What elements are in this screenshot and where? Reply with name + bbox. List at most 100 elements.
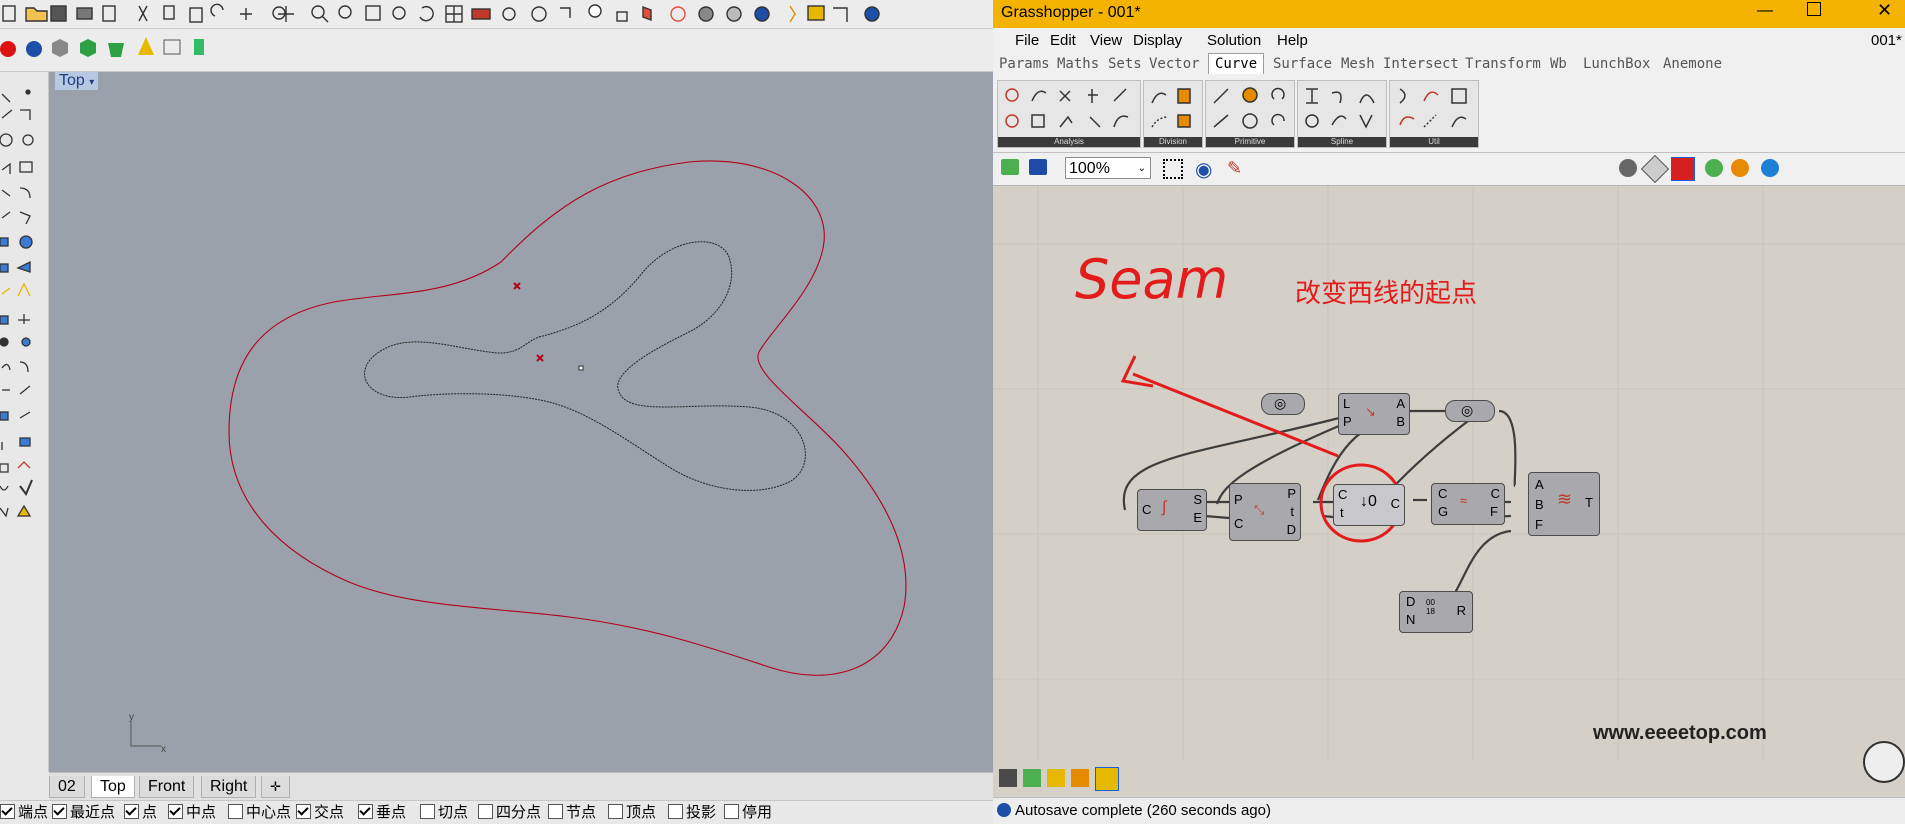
- material-orange-icon[interactable]: [1731, 159, 1749, 177]
- component-node-5[interactable]: C G C F ≈: [1431, 483, 1505, 525]
- osnap-item[interactable]: 切点: [420, 804, 468, 821]
- osnap-checkbox[interactable]: [724, 804, 739, 819]
- tab-curve[interactable]: Curve: [1208, 53, 1265, 74]
- tab-lunchbox[interactable]: LunchBox: [1583, 56, 1650, 72]
- gh-canvas-toolbar: 100% ⌄ ◉ ✎: [993, 153, 1905, 186]
- cube-icon[interactable]: [1071, 769, 1089, 787]
- minimize-icon[interactable]: —: [1757, 2, 1773, 20]
- node-input-L: L: [1343, 396, 1351, 411]
- menu-display[interactable]: Display: [1133, 32, 1182, 49]
- osnap-checkbox[interactable]: [228, 804, 243, 819]
- shade-preview-icon[interactable]: [1619, 159, 1637, 177]
- osnap-label: 中点: [186, 804, 217, 821]
- tab-maths[interactable]: Maths: [1057, 56, 1099, 72]
- osnap-item[interactable]: 点: [124, 804, 157, 821]
- save-file-icon[interactable]: [1029, 159, 1047, 175]
- group-primitive: Primitive: [1205, 80, 1295, 148]
- node-output-t: t: [1290, 504, 1294, 519]
- menu-file[interactable]: File: [1015, 32, 1039, 49]
- plugin-icon[interactable]: [1095, 767, 1119, 791]
- chart-icon[interactable]: [1023, 769, 1041, 787]
- tab-wb[interactable]: Wb: [1550, 56, 1567, 72]
- osnap-checkbox[interactable]: [420, 804, 435, 819]
- node-output-S: S: [1193, 492, 1202, 507]
- axis-x-label: x: [161, 744, 166, 755]
- left-tool-icons: [0, 89, 34, 518]
- osnap-checkbox[interactable]: [52, 804, 67, 819]
- zoom-extents-icon: [365, 5, 381, 21]
- rhino-viewport-top[interactable]: Top ▾ y x: [49, 72, 993, 772]
- osnap-item[interactable]: 停用: [724, 804, 772, 821]
- component-node-6[interactable]: A B F T ≋: [1528, 472, 1600, 536]
- osnap-checkbox[interactable]: [608, 804, 623, 819]
- divide-icon: ↘: [1365, 404, 1376, 419]
- tab-mesh[interactable]: Mesh: [1341, 56, 1375, 72]
- view-tab-front[interactable]: Front: [139, 776, 195, 798]
- maximize-icon[interactable]: [1807, 2, 1821, 16]
- osnap-item[interactable]: 中点: [168, 804, 216, 821]
- osnap-checkbox[interactable]: [296, 804, 311, 819]
- osnap-item[interactable]: 投影: [668, 804, 716, 821]
- gh-canvas[interactable]: Seam 改变西线的起点 ◎ L P A B ↘ ◎ C S E ∫ P C P…: [993, 186, 1905, 761]
- tab-transform[interactable]: Transform: [1465, 56, 1541, 72]
- tab-vector[interactable]: Vector: [1149, 56, 1200, 72]
- osnap-checkbox[interactable]: [478, 804, 493, 819]
- osnap-item[interactable]: 顶点: [608, 804, 656, 821]
- osnap-checkbox[interactable]: [168, 804, 183, 819]
- osnap-checkbox[interactable]: [124, 804, 139, 819]
- tab-surface[interactable]: Surface: [1273, 56, 1332, 72]
- sketch-pen-icon[interactable]: ✎: [1227, 158, 1242, 179]
- close-icon[interactable]: ✕: [1877, 0, 1892, 21]
- osnap-item[interactable]: 端点: [0, 804, 48, 821]
- zoom-select[interactable]: 100% ⌄: [1065, 157, 1151, 179]
- node-input-F: F: [1535, 517, 1543, 532]
- add-view-tab-icon[interactable]: ✛: [261, 776, 290, 798]
- osnap-checkbox[interactable]: [548, 804, 563, 819]
- curve-param-node[interactable]: ◎: [1261, 393, 1305, 415]
- wire-preview-icon[interactable]: [1640, 154, 1670, 184]
- osnap-item[interactable]: 交点: [296, 804, 344, 821]
- curve-param-node-2[interactable]: ◎: [1445, 400, 1495, 422]
- component-node-2[interactable]: C S E ∫: [1137, 489, 1207, 531]
- osnap-item[interactable]: 四分点: [478, 804, 541, 821]
- pencil-icon[interactable]: [1047, 769, 1065, 787]
- menu-help[interactable]: Help: [1277, 32, 1308, 49]
- material-green-icon[interactable]: [1705, 159, 1723, 177]
- compass-widget-icon[interactable]: [1863, 741, 1905, 783]
- osnap-checkbox[interactable]: [668, 804, 683, 819]
- tab-anemone[interactable]: Anemone: [1663, 56, 1722, 72]
- osnap-item[interactable]: 中心点: [228, 804, 291, 821]
- component-node-1[interactable]: L P A B ↘: [1338, 393, 1410, 435]
- osnap-label: 中心点: [246, 804, 292, 821]
- osnap-checkbox[interactable]: [0, 804, 15, 819]
- menu-edit[interactable]: Edit: [1050, 32, 1076, 49]
- osnap-item[interactable]: 垂点: [358, 804, 406, 821]
- tab-params[interactable]: Params: [999, 56, 1050, 72]
- download-icon[interactable]: [999, 769, 1017, 787]
- tab-intersect[interactable]: Intersect: [1383, 56, 1459, 72]
- blue-sphere-icon: [26, 41, 42, 57]
- selected-preview-icon[interactable]: [1671, 157, 1695, 181]
- osnap-item[interactable]: 最近点: [52, 804, 115, 821]
- component-node-7[interactable]: D N R 00 18: [1399, 591, 1473, 633]
- zoom-extents-icon[interactable]: [1163, 159, 1183, 179]
- seam-component-node[interactable]: C t C ↓0: [1333, 484, 1405, 526]
- preview-eye-icon[interactable]: ◉: [1195, 157, 1212, 182]
- analysis-icons: [1005, 88, 1129, 128]
- group-analysis: Analysis: [997, 80, 1141, 148]
- view-tab-02[interactable]: 02: [49, 776, 85, 798]
- copy-icon: [163, 5, 175, 20]
- menu-view[interactable]: View: [1090, 32, 1122, 49]
- view-tab-right[interactable]: Right: [201, 776, 257, 798]
- osnap-checkbox[interactable]: [358, 804, 373, 819]
- material-blue-icon[interactable]: [1761, 159, 1779, 177]
- node-input-C: C: [1234, 516, 1244, 531]
- osnap-item[interactable]: 节点: [548, 804, 596, 821]
- spline-icons: [1305, 88, 1375, 129]
- tab-sets[interactable]: Sets: [1108, 56, 1142, 72]
- open-file-icon[interactable]: [1001, 159, 1019, 175]
- view-tab-top[interactable]: Top: [91, 776, 135, 798]
- node-input-D: D: [1406, 594, 1416, 609]
- menu-solution[interactable]: Solution: [1207, 32, 1261, 49]
- component-node-3[interactable]: P C P t D ⤡: [1229, 483, 1301, 541]
